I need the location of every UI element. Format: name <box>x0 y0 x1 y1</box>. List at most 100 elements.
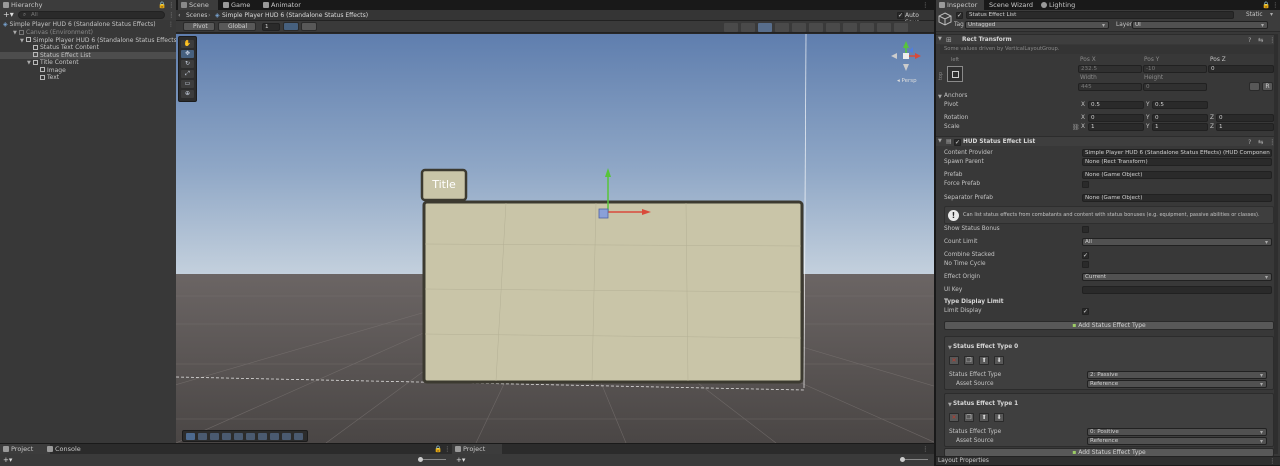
raw-edit-button[interactable]: R <box>1262 82 1273 91</box>
status-effect-type-title[interactable]: Status Effect Type 1 <box>953 400 1018 408</box>
kebab-menu-icon[interactable]: ⋮ <box>922 0 929 10</box>
no-time-cycle-checkbox[interactable] <box>1082 261 1089 268</box>
hud-component-header[interactable]: ▼ ▤ ✓ HUD Status Effect List ? ⇆ ⋮ <box>936 136 1278 146</box>
separator-prefab-field[interactable]: None (Game Object) <box>1082 194 1272 202</box>
scale-y-field[interactable]: 1 <box>1152 123 1208 131</box>
move-down-icon[interactable]: ⬇ <box>994 413 1004 422</box>
overlay-tool-icon[interactable] <box>210 433 219 440</box>
auto-save-checkbox[interactable]: ✓ <box>897 12 904 19</box>
status-effect-type-dropdown[interactable]: 2: Passive <box>1087 371 1267 379</box>
lock-icon[interactable]: 🔒 <box>434 445 442 453</box>
show-status-bonus-checkbox[interactable] <box>1082 226 1089 233</box>
count-limit-dropdown[interactable]: All <box>1082 238 1272 246</box>
tab-animator[interactable]: Animator <box>260 0 310 10</box>
hidden-objects-icon[interactable] <box>826 22 840 32</box>
link-icon[interactable]: ⛓ <box>1072 124 1080 131</box>
scale-tool-icon[interactable]: ⤢ <box>181 70 194 78</box>
content-provider-field[interactable]: Simple Player HUD 6 (Standalone Status E… <box>1082 149 1272 157</box>
expand-arrow-icon[interactable]: ▼ <box>938 94 942 100</box>
overlay-tool-icon[interactable] <box>222 433 231 440</box>
add-status-effect-type-button[interactable]: ▪ Add Status Effect Type <box>944 321 1274 330</box>
anchor-presets-button[interactable] <box>947 66 963 82</box>
kebab-menu-icon[interactable]: ⋮ <box>1272 0 1279 10</box>
move-down-icon[interactable]: ⬇ <box>994 356 1004 365</box>
increment-snap-button[interactable] <box>301 22 317 31</box>
lock-icon[interactable]: 🔒 <box>158 0 166 10</box>
hierarchy-search-input[interactable]: ⌕ All <box>18 11 165 19</box>
kebab-menu-icon[interactable]: ⋮ <box>168 10 175 20</box>
anchors-label[interactable]: Anchors <box>944 92 967 100</box>
kebab-menu-icon[interactable]: ⋮ <box>1269 457 1276 465</box>
kebab-menu-icon[interactable]: ⋮ <box>168 21 174 29</box>
overlay-tool-icon[interactable] <box>294 433 303 440</box>
zoom-slider-handle-2[interactable] <box>900 457 905 462</box>
tab-game[interactable]: Game <box>220 0 260 10</box>
hierarchy-item[interactable]: Text <box>0 74 176 82</box>
blueprint-mode-button[interactable] <box>1249 82 1260 91</box>
overlay-tool-icon[interactable] <box>282 433 291 440</box>
prefab-field[interactable]: None (Game Object) <box>1082 171 1272 179</box>
tab-hierarchy[interactable]: Hierarchy 🔒 ⋮ <box>0 0 176 10</box>
layout-properties-bar[interactable]: Layout Properties ⋮ <box>936 456 1280 465</box>
expand-arrow-icon[interactable]: ▼ <box>948 402 952 408</box>
pivot-toggle[interactable]: Pivot <box>183 22 215 31</box>
persp-label[interactable]: ◂ Persp <box>897 78 917 84</box>
lighting-icon[interactable] <box>775 22 789 32</box>
scene-viewport[interactable]: Title ◂ Persp ✋ ✥ ↻ ⤢ ▭ ⊕ <box>176 34 934 443</box>
camera-icon[interactable] <box>843 22 857 32</box>
force-prefab-checkbox[interactable] <box>1082 181 1089 188</box>
active-checkbox[interactable]: ✓ <box>956 12 963 19</box>
limit-display-checkbox[interactable]: ✓ <box>1082 308 1089 315</box>
audio-icon[interactable] <box>792 22 806 32</box>
rot-y-field[interactable]: 0 <box>1152 114 1208 122</box>
object-name-field[interactable]: Status Effect List <box>966 11 1234 19</box>
lock-icon[interactable]: 🔒 <box>1262 0 1270 10</box>
gizmo-orbit-icon[interactable] <box>724 22 738 32</box>
hierarchy-scene-root[interactable]: ◈ Simple Player HUD 6 (Standalone Status… <box>0 21 176 29</box>
inspector-scrollbar[interactable] <box>1274 34 1278 454</box>
expand-arrow-icon[interactable]: ▼ <box>948 345 952 351</box>
gizmos-icon[interactable] <box>860 22 874 32</box>
pos-z-field[interactable]: 0 <box>1208 65 1274 73</box>
copy-icon[interactable]: ❐ <box>964 413 974 422</box>
draw-mode-icon[interactable] <box>741 22 755 32</box>
width-field[interactable]: 445 <box>1078 83 1142 91</box>
tab-project-2[interactable]: Project <box>452 444 502 454</box>
help-icon[interactable]: ? <box>1248 138 1251 146</box>
add-icon[interactable]: +▾ <box>456 454 465 466</box>
move-tool-icon[interactable]: ✥ <box>181 50 194 58</box>
asset-source-dropdown[interactable]: Reference <box>1087 437 1267 445</box>
tab-scene[interactable]: Scene <box>178 0 218 10</box>
status-effect-type-title[interactable]: Status Effect Type 0 <box>953 343 1018 351</box>
tab-scene-wizard[interactable]: Scene Wizard <box>984 0 1040 10</box>
static-label[interactable]: Static <box>1246 11 1263 19</box>
hierarchy-item[interactable]: ▼ Title Content <box>0 59 176 67</box>
breadcrumb-prefab[interactable]: Simple Player HUD 6 (Standalone Status E… <box>222 12 368 19</box>
tab-inspector[interactable]: Inspector <box>936 0 984 10</box>
view-tool-icon[interactable]: ✋ <box>181 40 194 48</box>
pivot-x-field[interactable]: 0.5 <box>1088 101 1144 109</box>
grid-snap-field[interactable]: 1 <box>262 22 280 31</box>
layer-dropdown[interactable]: UI <box>1132 21 1268 29</box>
combine-stacked-checkbox[interactable]: ✓ <box>1082 252 1089 259</box>
pos-x-field[interactable]: 232.5 <box>1078 65 1142 73</box>
rect-tool-icon[interactable]: ▭ <box>181 80 194 88</box>
rect-transform-header[interactable]: ▼ ⊞ Rect Transform ? ⇆ ⋮ <box>936 34 1278 44</box>
move-up-icon[interactable]: ⬆ <box>979 413 989 422</box>
preset-icon[interactable]: ⇆ <box>1258 36 1263 44</box>
move-up-icon[interactable]: ⬆ <box>979 356 989 365</box>
kebab-menu-icon[interactable]: ⋮ <box>922 445 929 453</box>
status-effect-type-dropdown[interactable]: 0: Positive <box>1087 428 1267 436</box>
overlay-tool-icon[interactable] <box>198 433 207 440</box>
scene-settings-icon[interactable] <box>894 22 908 32</box>
tab-console[interactable]: Console <box>44 444 94 454</box>
effects-icon[interactable] <box>809 22 823 32</box>
copy-icon[interactable]: ❐ <box>964 356 974 365</box>
global-toggle[interactable]: Global <box>218 22 256 31</box>
kebab-menu-icon[interactable]: ⋮ <box>168 0 175 10</box>
help-icon[interactable]: ? <box>1248 36 1251 44</box>
expand-arrow-icon[interactable]: ▼ <box>938 36 942 42</box>
expand-arrow-icon[interactable]: ▼ <box>938 138 942 144</box>
grid-snap-button[interactable] <box>283 22 299 31</box>
overlay-tool-icon[interactable] <box>234 433 243 440</box>
